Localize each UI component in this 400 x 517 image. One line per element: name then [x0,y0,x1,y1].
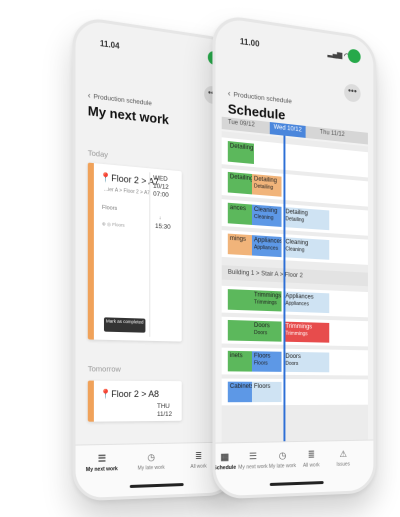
list-icon: ☰ [248,450,257,462]
schedule-task-block[interactable] [227,289,254,311]
task-block-title: Floors [253,383,271,390]
task-block-subtitle: Cleaning [253,213,274,222]
schedule-task-block[interactable] [227,319,254,342]
schedule-task-block[interactable]: Appliances Appliances [251,235,282,258]
tab-my-late-work[interactable]: ◷ My late work [266,450,299,470]
battery-icon [347,48,361,64]
current-time-line [283,135,286,442]
home-indicator [129,483,184,489]
status-bar: 11.00 ▂▄▆ ◠ [234,34,361,66]
task-block-title: Floors [253,353,271,360]
section-tomorrow: Tomorrow [87,364,121,374]
schedule-task-block[interactable]: ances [227,202,254,226]
tab-my-late-work[interactable]: ◷ My late work [132,452,171,472]
schedule-task-block[interactable]: inets [227,350,254,372]
day-column-wed[interactable]: Wed 10/12 [269,122,306,138]
tab-my-next-work[interactable]: ☰ My next work [236,451,270,471]
task-subcategory: ⊕ ◎ Floors [101,221,125,228]
task-block-subtitle: Doors [285,360,299,368]
schedule-task-block[interactable]: Cleaning Cleaning [283,237,330,260]
schedule-task-block[interactable]: Detailing Detailing [283,206,330,231]
task-block-subtitle: Detailing [253,183,274,192]
task-block-subtitle: Floors [253,360,268,367]
stack-icon: ≣ [195,450,203,461]
schedule-task-block[interactable]: Floors [251,381,282,403]
schedule-task-block[interactable]: Doors Doors [251,320,282,342]
task-block-title: Detailing [229,143,254,152]
schedule-task-block[interactable]: Detailing [227,141,254,165]
task-location: 📍Floor 2 > A8 [99,388,159,400]
task-block-title: Trimmings [285,323,313,331]
tab-issues[interactable]: ⚠ Issues [327,449,358,468]
section-today: Today [87,148,108,160]
task-block-subtitle [230,322,252,323]
tab-bar: ☰ My next work ◷ My late work ≣ All work [75,441,234,499]
task-card[interactable]: 📍Floor 2 > A7 ...ier A > Floor 2 > A7 Fl… [87,162,182,342]
task-block-subtitle: Appliances [253,244,279,252]
task-block-title: inets [229,352,243,360]
schedule-task-block[interactable]: Trimmings Trimmings [283,321,330,343]
task-date: THU 11/12 [157,402,173,418]
task-block-title: Trimmings [253,292,282,300]
task-path: ...ier A > Floor 2 > A7 [103,186,150,197]
schedule-task-block[interactable]: Detailing [227,171,254,195]
task-block-subtitle [230,212,252,214]
mark-completed-button[interactable]: Mark as completed [103,317,146,333]
signal-wifi-icon: ▂▄▆ ◠ [327,50,350,61]
schedule-task-block[interactable]: Cabinets [227,381,254,403]
clock-icon: ◷ [278,450,287,461]
day-column-tue[interactable]: Tue 09/12 [228,119,255,128]
schedule-task-block[interactable]: mings [227,233,254,256]
status-time: 11.00 [239,36,260,49]
task-block-subtitle: Cleaning [285,246,305,254]
task-block-subtitle [230,291,252,292]
status-bar: 11.04 [94,36,221,68]
task-block-subtitle: Detailing [285,216,305,224]
warning-icon: ⚠ [339,448,347,459]
task-block-title: Doors [285,353,301,361]
back-chevron-icon[interactable]: ‹ [228,89,231,99]
more-options-button[interactable]: ••• [344,83,361,103]
schedule-task-block[interactable]: Detailing Detailing [251,174,282,197]
card-divider [149,172,151,337]
task-block-title: ances [229,204,246,213]
status-time: 11.04 [99,38,120,51]
task-end-time: 15:30 [155,222,171,231]
schedule-task-block[interactable]: Cleaning Cleaning [251,204,282,227]
page-title: My next work [87,102,169,128]
schedule-task-block[interactable]: Floors Floors [251,351,282,372]
tab-bar: ▦ Schedule ☰ My next work ◷ My late work ≣ A… [213,439,374,497]
task-block-subtitle: Trimmings [253,299,277,307]
phone-schedule: 11.00 ▂▄▆ ◠ ••• ‹ Production schedule Sch… [212,13,377,500]
task-status-bar [87,162,94,340]
task-block-subtitle: Trimmings [285,330,308,338]
task-block-title: Cabinets [229,383,254,390]
task-block-title: Detailing [229,174,254,183]
task-date: WED 10/12 07:00 [153,174,169,199]
task-block-title: mings [229,235,246,243]
tab-all-work[interactable]: ≣ All work [295,449,327,469]
task-block-subtitle [230,243,252,244]
tab-my-next-work[interactable]: ☰ My next work [82,453,122,474]
schedule-task-block[interactable]: Appliances Appliances [283,291,330,314]
task-block-subtitle: Appliances [285,300,309,308]
task-block-title: Appliances [285,293,314,301]
schedule-task-block[interactable]: Trimmings Trimmings [251,290,282,312]
back-chevron-icon[interactable]: ‹ [88,91,91,101]
task-card[interactable]: 📍Floor 2 > A8 THU 11/12 [87,380,182,422]
task-category: Floors [101,204,118,213]
stack-icon: ≣ [307,449,315,460]
arrow-down-icon: ↓ [158,215,162,222]
day-column-thu[interactable]: Thu 11/12 [320,130,345,139]
schedule-task-block[interactable]: Doors Doors [283,351,330,373]
task-block-subtitle: Doors [253,329,268,337]
clock-icon: ◷ [147,452,156,463]
task-status-bar [87,380,94,422]
list-icon: ☰ [97,453,107,464]
home-indicator [269,481,324,487]
tab-all-work[interactable]: ≣ All work [180,451,217,471]
task-block-title: Doors [253,322,270,330]
